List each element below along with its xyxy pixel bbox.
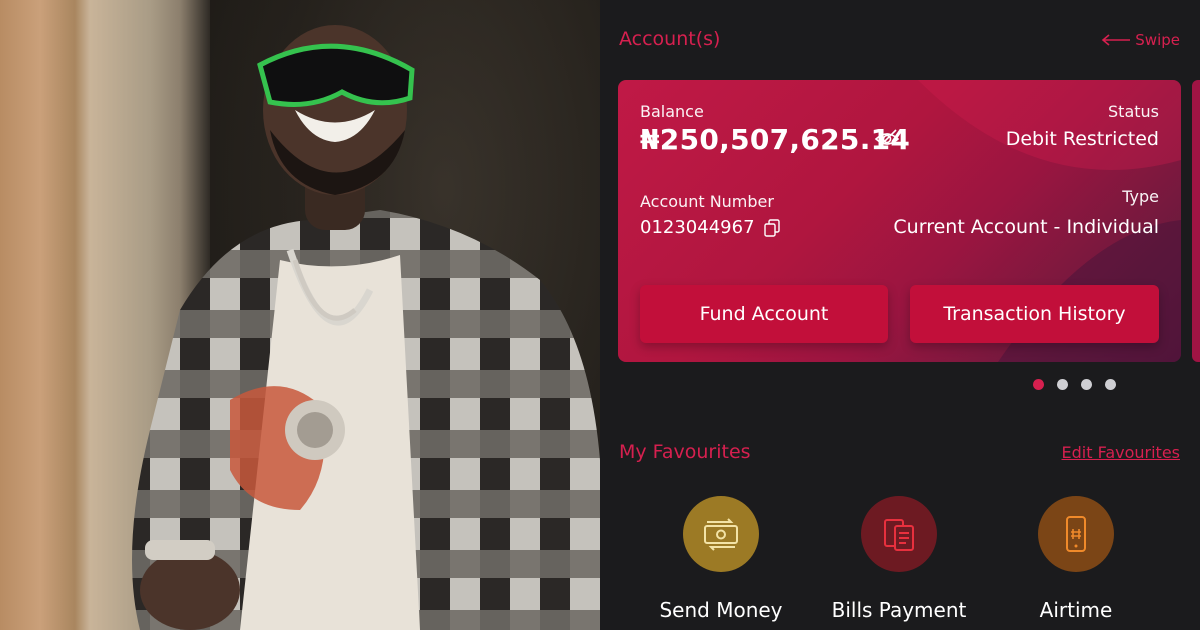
balance-label: Balance: [640, 102, 704, 121]
favourite-bills-payment[interactable]: Bills Payment: [804, 496, 994, 622]
status-value: Debit Restricted: [1005, 128, 1159, 150]
hide-balance-icon[interactable]: [874, 128, 900, 150]
cash-transfer-icon: [704, 518, 738, 551]
swipe-hint: Swipe: [1101, 31, 1180, 49]
promo-photo: [0, 0, 600, 630]
status-label: Status: [1108, 102, 1159, 121]
pagination-dot-4[interactable]: [1105, 379, 1116, 390]
account-number-value: 0123044967: [640, 217, 755, 238]
send-money-icon-circle: [683, 496, 759, 572]
type-label: Type: [1122, 187, 1159, 206]
banking-app-screen: Account(s) Swipe Balance ₦250,507,625.14…: [600, 0, 1200, 630]
account-number-label: Account Number: [640, 192, 774, 211]
arrow-left-icon: [1102, 34, 1131, 46]
bills-icon: [884, 519, 914, 551]
smiling-man-photo: [132, 25, 600, 630]
bills-payment-icon-circle: [861, 496, 937, 572]
phone-icon: [1066, 516, 1086, 552]
pagination-dot-2[interactable]: [1057, 379, 1068, 390]
favourite-airtime[interactable]: Airtime: [981, 496, 1171, 622]
next-account-card-peek[interactable]: [1192, 80, 1200, 362]
favourites-section-title: My Favourites: [619, 441, 751, 463]
fund-account-button[interactable]: Fund Account: [640, 285, 888, 343]
bills-payment-label: Bills Payment: [831, 598, 967, 622]
pagination-dot-1[interactable]: [1033, 379, 1044, 390]
account-card[interactable]: Balance ₦250,507,625.14 Status Debit Res…: [618, 80, 1181, 362]
type-value: Current Account - Individual: [893, 216, 1159, 238]
transaction-history-button[interactable]: Transaction History: [910, 285, 1159, 343]
copy-icon[interactable]: [764, 219, 780, 237]
pagination-dot-3[interactable]: [1081, 379, 1092, 390]
balance-value: ₦250,507,625.14: [640, 123, 911, 156]
airtime-label: Airtime: [1039, 598, 1113, 622]
card-pagination: [1033, 379, 1116, 390]
accounts-section-title: Account(s): [619, 28, 721, 50]
favourite-send-money[interactable]: Send Money: [626, 496, 816, 622]
swipe-label: Swipe: [1135, 31, 1180, 49]
send-money-label: Send Money: [659, 598, 783, 622]
edit-favourites-link[interactable]: Edit Favourites: [1062, 443, 1180, 462]
airtime-icon-circle: [1038, 496, 1114, 572]
